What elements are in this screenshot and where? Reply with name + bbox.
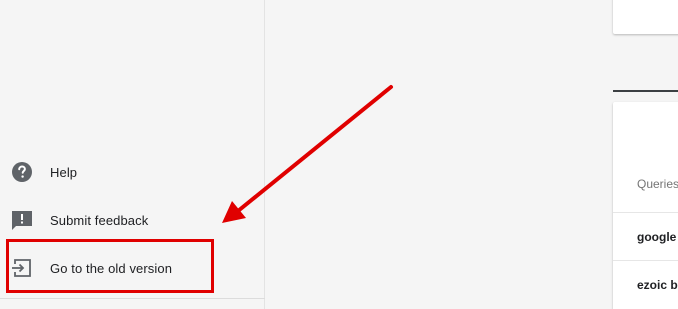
exit-to-app-icon [10, 256, 34, 280]
sidebar-item-submit-feedback[interactable]: Submit feedback [0, 200, 265, 240]
query-cell: google [637, 230, 677, 244]
sidebar-item-help[interactable]: Help [0, 152, 265, 192]
help-circle-icon [10, 160, 34, 184]
app-root: Help Submit feedback Go to the old versi… [0, 0, 678, 309]
sidebar: Help Submit feedback Go to the old versi… [0, 0, 265, 309]
table-row[interactable]: google [613, 212, 678, 260]
table-row[interactable]: ezoic b [613, 260, 678, 308]
sidebar-item-label: Submit feedback [50, 212, 149, 228]
feedback-icon [10, 208, 34, 232]
sidebar-item-label: Help [50, 164, 78, 180]
queries-card: Queries google ezoic b [613, 102, 678, 309]
top-card [613, 0, 678, 34]
tab-underline [613, 90, 678, 92]
query-cell: ezoic b [637, 278, 678, 292]
queries-column-header[interactable]: Queries [637, 177, 678, 191]
sidebar-divider [0, 298, 265, 299]
sidebar-item-old-version[interactable]: Go to the old version [0, 248, 265, 288]
sidebar-item-label: Go to the old version [50, 260, 173, 276]
